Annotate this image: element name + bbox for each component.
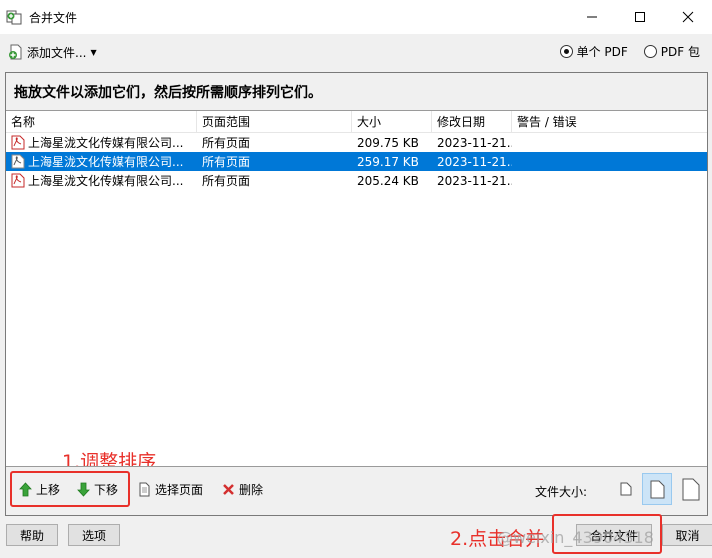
cell-name: 上海星泷文化传媒有限公司... (6, 152, 197, 171)
radio-single-pdf-label: 单个 PDF (576, 45, 628, 59)
add-files-button[interactable]: 添加文件... ▼ (8, 44, 97, 61)
minimize-button[interactable] (568, 0, 616, 34)
small-page-icon (620, 482, 632, 496)
list-action-bar: 上移 下移 选择页面 删除 文件大小: (6, 466, 707, 515)
add-file-icon (9, 44, 22, 60)
cancel-button[interactable]: 取消 (662, 524, 712, 546)
file-name: 上海星泷文化传媒有限公司... (28, 155, 184, 169)
cell-name: 上海星泷文化传媒有限公司... (6, 133, 197, 152)
cell-date: 2023-11-21... (437, 154, 512, 169)
radio-checked-icon (559, 45, 573, 58)
column-header-warning[interactable]: 警告 / 错误 (512, 111, 707, 132)
cell-warning (512, 133, 707, 152)
arrow-down-icon (77, 482, 90, 497)
file-size-label: 文件大小: (535, 485, 588, 499)
cell-size: 259.17 KB (357, 154, 419, 169)
delete-label: 删除 (239, 483, 264, 497)
delete-button[interactable]: 删除 (221, 481, 263, 498)
arrow-up-icon (19, 482, 32, 497)
select-pages-button[interactable]: 选择页面 (137, 481, 203, 498)
file-size-large-button[interactable] (676, 473, 706, 505)
close-button[interactable] (664, 0, 712, 34)
file-name: 上海星泷文化传媒有限公司... (28, 136, 184, 150)
radio-unchecked-icon (643, 45, 657, 58)
minimize-icon (587, 16, 597, 18)
select-pages-label: 选择页面 (155, 483, 204, 497)
delete-icon (223, 484, 234, 495)
move-up-label: 上移 (36, 483, 61, 497)
table-row[interactable]: 上海星泷文化传媒有限公司... 所有页面 205.24 KB 2023-11-2… (6, 171, 707, 190)
move-down-button[interactable]: 下移 (76, 481, 118, 498)
radio-single-pdf[interactable]: 单个 PDF (559, 43, 628, 60)
column-header-date[interactable]: 修改日期 (432, 111, 512, 132)
page-icon (139, 482, 150, 497)
maximize-button[interactable] (616, 0, 664, 34)
cell-date: 2023-11-21... (437, 135, 512, 150)
cell-size: 209.75 KB (357, 135, 419, 150)
pdf-file-icon (11, 135, 25, 150)
move-up-button[interactable]: 上移 (18, 481, 60, 498)
window-title: 合并文件 (29, 10, 78, 25)
column-header-size[interactable]: 大小 (352, 111, 432, 132)
medium-page-icon (650, 480, 664, 498)
file-list-panel: 拖放文件以添加它们，然后按所需顺序排列它们。 名称 页面范围 大小 修改日期 警… (5, 72, 708, 516)
output-type-group: 单个 PDF PDF 包 (544, 43, 700, 60)
radio-pdf-package-label: PDF 包 (660, 45, 700, 59)
move-down-label: 下移 (94, 483, 119, 497)
chevron-down-icon: ▼ (90, 47, 97, 57)
app-icon (6, 10, 22, 25)
cell-name: 上海星泷文化传媒有限公司... (6, 171, 197, 190)
cell-warning (512, 171, 707, 190)
cell-warning (512, 152, 707, 171)
cell-range: 所有页面 (202, 155, 251, 169)
cell-range: 所有页面 (202, 174, 251, 188)
column-header-range[interactable]: 页面范围 (197, 111, 352, 132)
column-header-name[interactable]: 名称 (6, 111, 197, 132)
cell-date: 2023-11-21... (437, 173, 512, 188)
file-name: 上海星泷文化传媒有限公司... (28, 174, 184, 188)
radio-pdf-package[interactable]: PDF 包 (643, 43, 700, 60)
table-row[interactable]: 上海星泷文化传媒有限公司... 所有页面 209.75 KB 2023-11-2… (6, 133, 707, 152)
watermark-text: @weixin_43904318 (497, 528, 654, 547)
toolbar: 添加文件... ▼ 单个 PDF PDF 包 (0, 34, 712, 70)
maximize-icon (635, 12, 645, 22)
window-controls (568, 0, 712, 34)
options-button[interactable]: 选项 (68, 524, 120, 546)
cell-size: 205.24 KB (357, 173, 419, 188)
file-size-small-button[interactable] (611, 473, 641, 505)
file-size-medium-button[interactable] (642, 473, 672, 505)
table-header: 名称 页面范围 大小 修改日期 警告 / 错误 (6, 111, 707, 133)
pdf-file-icon (11, 154, 25, 169)
title-bar: 合并文件 (0, 0, 712, 34)
close-icon (682, 11, 694, 23)
cell-range: 所有页面 (202, 136, 251, 150)
large-page-icon (682, 478, 700, 500)
instruction-text: 拖放文件以添加它们，然后按所需顺序排列它们。 (6, 73, 707, 111)
pdf-file-icon (11, 173, 25, 188)
file-table[interactable]: 名称 页面范围 大小 修改日期 警告 / 错误 上海星泷文化传媒有限公司... … (6, 111, 707, 473)
add-files-label: 添加文件... (27, 45, 87, 60)
table-row-selected[interactable]: 上海星泷文化传媒有限公司... 所有页面 259.17 KB 2023-11-2… (6, 152, 707, 171)
help-button[interactable]: 帮助 (6, 524, 58, 546)
